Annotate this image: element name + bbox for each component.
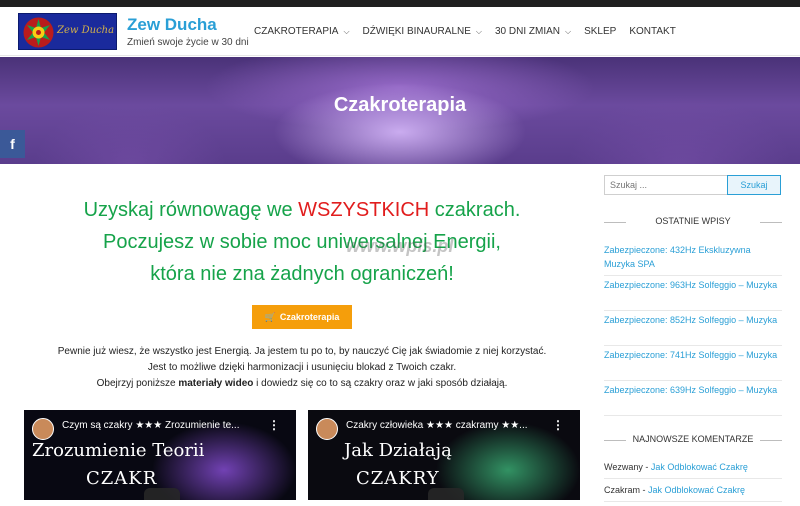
more-options-icon[interactable]: ⋮ bbox=[268, 418, 280, 432]
nav-item-sklep[interactable]: SKLEP bbox=[584, 26, 616, 37]
intro-line-1: Pewnie już wiesz, że wszystko jest Energ… bbox=[57, 346, 547, 357]
chevron-down-icon: ⌵ bbox=[343, 26, 350, 36]
comment-separator: - bbox=[642, 462, 651, 472]
watermark: www.wpis.pl bbox=[346, 236, 454, 256]
divider bbox=[760, 222, 782, 223]
facebook-share-button[interactable]: f bbox=[0, 130, 25, 158]
video-overlay-text: CZAKRY bbox=[356, 468, 440, 489]
recent-post-link[interactable]: Zabezpieczone: 639Hz Solfeggio – Muzyka bbox=[604, 381, 782, 416]
comment-post-link[interactable]: Jak Odblokować Czakrę bbox=[651, 462, 748, 472]
divider bbox=[604, 440, 626, 441]
play-icon[interactable] bbox=[428, 488, 464, 500]
headline-line-2: Poczujesz w sobie moc uniwersalnej Energ… bbox=[103, 231, 501, 253]
divider bbox=[760, 440, 782, 441]
nav-item-dzwieki-binauralne[interactable]: DŹWIĘKI BINAURALNE ⌵ bbox=[363, 26, 482, 37]
video-title[interactable]: Czakry człowieka ★★★ czakramy ★★... bbox=[346, 420, 528, 431]
headline-highlight: WSZYSTKICH bbox=[298, 199, 430, 221]
site-tagline: Zmień swoje życie w 30 dni bbox=[127, 37, 249, 48]
recent-post-link[interactable]: Zabezpieczone: 741Hz Solfeggio – Muzyka bbox=[604, 346, 782, 381]
site-logo[interactable]: Zew Ducha bbox=[18, 13, 117, 50]
intro-text-part: i dowiedz się co to są czakry oraz w jak… bbox=[253, 378, 508, 389]
intro-line-3: Obejrzyj poniższe materiały wideo i dowi… bbox=[24, 376, 580, 392]
recent-post-link[interactable]: Zabezpieczone: 432Hz Ekskluzywna Muzyka … bbox=[604, 241, 782, 276]
cta-label: Czakroterapia bbox=[279, 312, 340, 322]
facebook-icon: f bbox=[10, 136, 15, 152]
comment-post-link[interactable]: Jak Odblokować Czakrę bbox=[648, 485, 745, 495]
nav-label: SKLEP bbox=[584, 26, 617, 37]
nav-item-30-dni-zmian[interactable]: 30 DNI ZMIAN ⌵ bbox=[495, 26, 571, 37]
recent-comments-heading: NAJNOWSZE KOMENTARZE bbox=[604, 434, 782, 444]
chevron-down-icon: ⌵ bbox=[565, 26, 572, 36]
nav-label: CZAKROTERAPIA bbox=[254, 26, 339, 37]
main-nav: CZAKROTERAPIA ⌵ DŹWIĘKI BINAURALNE ⌵ 30 … bbox=[254, 26, 689, 37]
video-overlay-text: Jak Działają bbox=[344, 440, 452, 461]
divider bbox=[604, 222, 626, 223]
video-title[interactable]: Czym są czakry ★★★ Zrozumienie te... bbox=[62, 420, 240, 431]
site-header: Zew Ducha Zew Ducha Zmień swoje życie w … bbox=[0, 7, 800, 56]
video-embed[interactable]: Czym są czakry ★★★ Zrozumienie te... ⋮ Z… bbox=[24, 410, 296, 500]
recent-posts-title: OSTATNIE WPISY bbox=[655, 216, 731, 226]
nav-label: KONTAKT bbox=[629, 26, 676, 37]
intro-bold: materiały wideo bbox=[178, 378, 254, 389]
intro-text-part: Obejrzyj poniższe bbox=[96, 378, 179, 389]
headline-line-1: Uzyskaj równowagę we WSZYSTKICH czakrach… bbox=[24, 194, 580, 226]
channel-avatar[interactable] bbox=[32, 418, 54, 440]
nav-label: DŹWIĘKI BINAURALNE bbox=[362, 26, 471, 37]
nav-label: 30 DNI ZMIAN bbox=[494, 26, 560, 37]
site-title[interactable]: Zew Ducha bbox=[127, 15, 217, 35]
top-bar bbox=[0, 0, 800, 7]
chevron-down-icon: ⌵ bbox=[475, 26, 482, 36]
intro-line-2: Jest to możliwe dzięki harmonizacji i us… bbox=[147, 362, 457, 373]
mandala-icon bbox=[23, 17, 54, 48]
headline-text: Uzyskaj równowagę we bbox=[83, 199, 299, 221]
headline: Uzyskaj równowagę we WSZYSTKICH czakrach… bbox=[24, 194, 580, 290]
logo-script-text: Zew Ducha bbox=[57, 25, 115, 36]
hero-banner: Czakroterapia f bbox=[0, 57, 800, 164]
cart-icon: 🛒 bbox=[264, 311, 276, 322]
recent-comments-title: NAJNOWSZE KOMENTARZE bbox=[632, 434, 754, 444]
czakroterapia-cta-button[interactable]: 🛒 Czakroterapia bbox=[252, 305, 352, 329]
play-icon[interactable] bbox=[144, 488, 180, 500]
channel-avatar[interactable] bbox=[316, 418, 338, 440]
comment-author: Wezwany bbox=[604, 462, 643, 472]
video-overlay-text: CZAKR bbox=[86, 468, 158, 489]
search-button[interactable]: Szukaj bbox=[727, 175, 781, 195]
nav-item-kontakt[interactable]: KONTAKT bbox=[629, 26, 675, 37]
recent-post-link[interactable]: Zabezpieczone: 963Hz Solfeggio – Muzyka bbox=[604, 276, 782, 311]
recent-posts-list: Zabezpieczone: 432Hz Ekskluzywna Muzyka … bbox=[604, 241, 782, 416]
more-options-icon[interactable]: ⋮ bbox=[552, 418, 564, 432]
headline-line-3: która nie zna żadnych ograniczeń! bbox=[150, 263, 454, 285]
search-input[interactable] bbox=[604, 175, 728, 195]
nav-item-czakroterapia[interactable]: CZAKROTERAPIA ⌵ bbox=[254, 26, 350, 37]
video-overlay-text: Zrozumienie Teorii bbox=[32, 440, 205, 461]
headline-text: czakrach. bbox=[429, 199, 521, 221]
comment-author: Czakram bbox=[604, 485, 641, 495]
recent-post-link[interactable]: Zabezpieczone: 852Hz Solfeggio – Muzyka bbox=[604, 311, 782, 346]
comment-item: Czakram - Jak Odblokować Czakrę bbox=[604, 483, 782, 502]
page-title: Czakroterapia bbox=[333, 94, 467, 116]
intro-text: Pewnie już wiesz, że wszystko jest Energ… bbox=[24, 344, 580, 392]
recent-comments-list: Wezwany - Jak Odblokować Czakrę Czakram … bbox=[604, 460, 782, 506]
comment-separator: - bbox=[640, 485, 649, 495]
video-embed[interactable]: Czakry człowieka ★★★ czakramy ★★... ⋮ Ja… bbox=[308, 410, 580, 500]
comment-item: Wezwany - Jak Odblokować Czakrę bbox=[604, 460, 782, 479]
recent-posts-heading: OSTATNIE WPISY bbox=[604, 216, 782, 226]
